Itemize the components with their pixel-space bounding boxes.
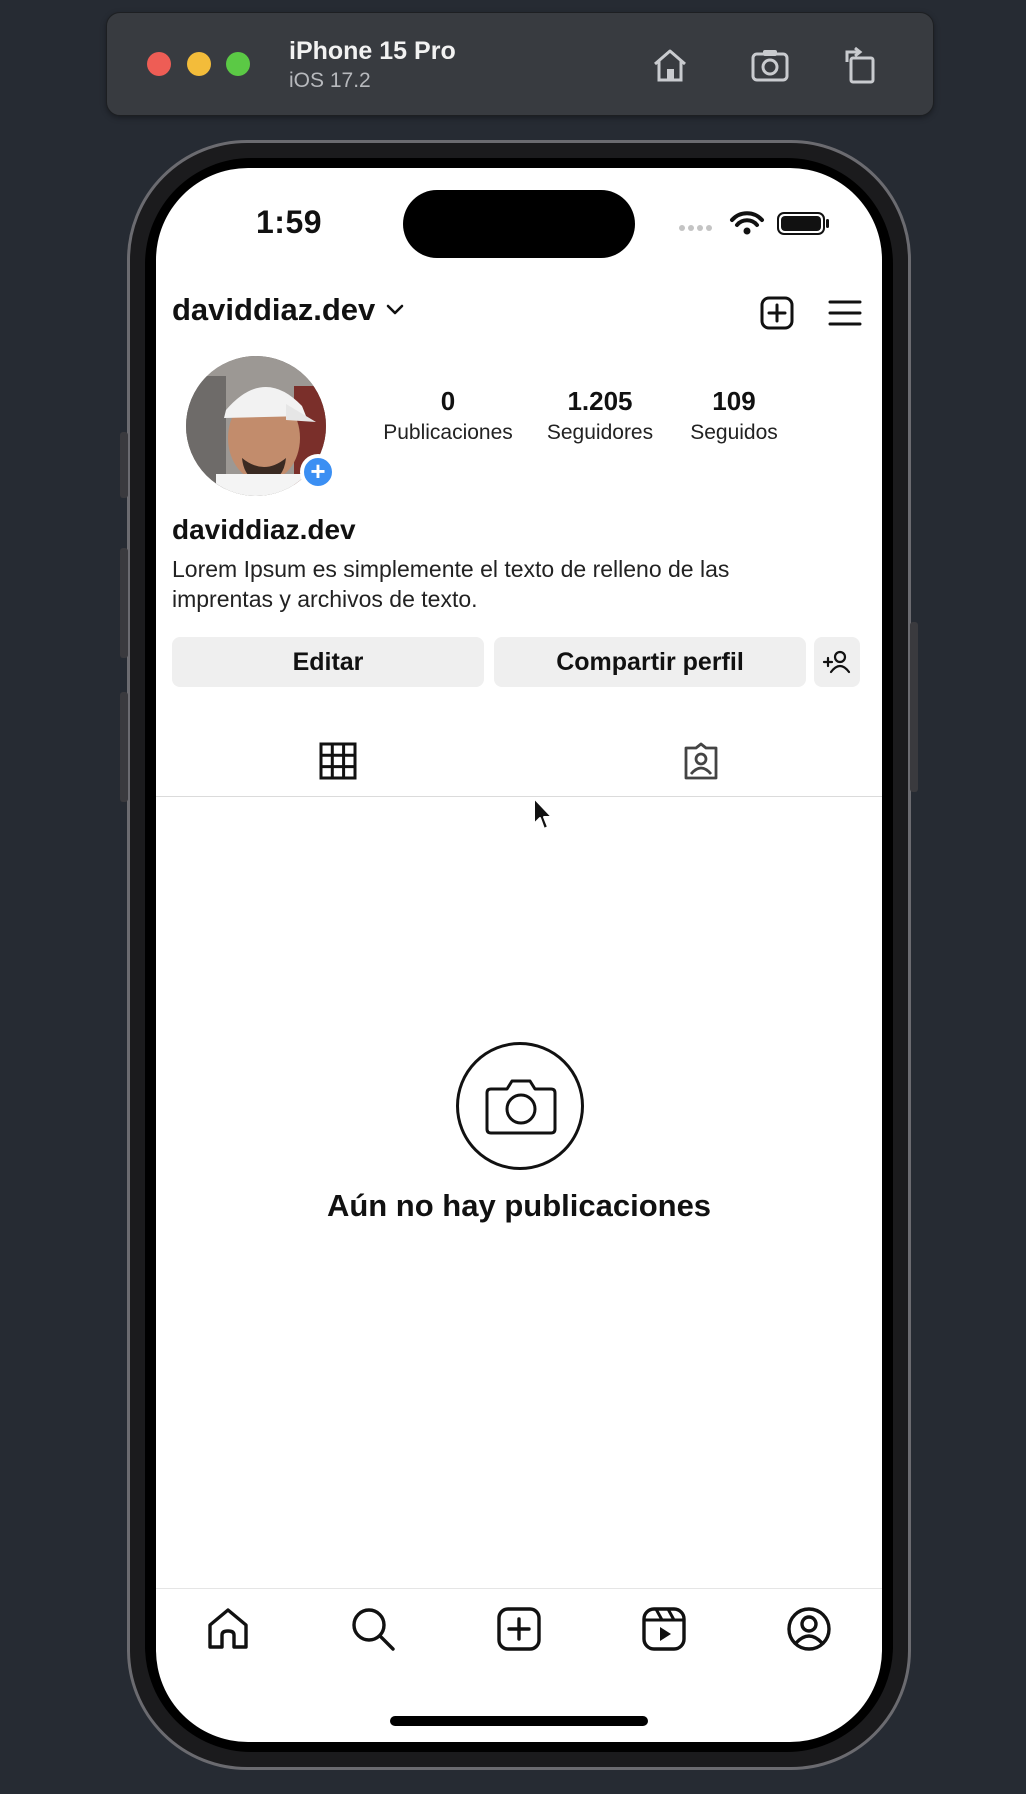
hamburger-menu-icon[interactable] [828, 298, 862, 328]
device-name: iPhone 15 Pro [289, 37, 456, 65]
stat-followers[interactable]: 1.205 Seguidores [534, 386, 666, 445]
home-icon[interactable] [204, 1605, 252, 1653]
grid-icon [319, 742, 357, 780]
stat-following[interactable]: 109 Seguidos [680, 386, 788, 445]
profile-bio: Lorem Ipsum es simplemente el texto de r… [172, 556, 730, 612]
status-time: 1:59 [256, 204, 323, 240]
close-window-button[interactable] [147, 52, 171, 76]
dynamic-island [403, 190, 635, 258]
tab-posts-grid[interactable] [156, 728, 519, 796]
account-switcher[interactable]: daviddiaz.dev [172, 292, 405, 328]
wifi-icon [730, 211, 764, 235]
battery-icon [777, 212, 829, 235]
stat-value: 0 [440, 386, 456, 416]
tagged-person-icon [684, 742, 718, 780]
edit-profile-button[interactable]: Editar [172, 637, 484, 687]
empty-state-camera [456, 1042, 584, 1170]
profile-tabs [156, 728, 882, 797]
username: daviddiaz.dev [172, 292, 376, 327]
camera-icon [485, 1079, 557, 1135]
stat-label: Seguidos [690, 421, 778, 444]
tab-tagged[interactable] [519, 728, 882, 796]
screenshot-icon[interactable] [749, 44, 791, 86]
chevron-down-icon [386, 304, 404, 315]
mouse-cursor-icon [533, 797, 553, 830]
volume-down-button [120, 692, 128, 802]
stat-posts[interactable]: 0 Publicaciones [376, 386, 520, 445]
stat-label: Seguidores [546, 421, 654, 444]
search-icon[interactable] [349, 1605, 397, 1653]
plus-square-icon[interactable] [760, 296, 794, 330]
phone-screen: 1:59 daviddiaz.dev + 0 Publicaciones 1.2… [156, 168, 882, 1742]
stat-value: 109 [712, 386, 756, 416]
rotate-icon[interactable] [839, 44, 881, 86]
display-name: daviddiaz.dev [172, 514, 356, 545]
reels-icon[interactable] [640, 1605, 688, 1653]
cellular-icon [679, 225, 712, 231]
profile-avatar[interactable]: + [186, 356, 336, 496]
profile-icon[interactable] [785, 1605, 833, 1653]
action-button [120, 432, 128, 498]
volume-up-button [120, 548, 128, 658]
home-icon[interactable] [649, 44, 691, 86]
share-profile-button[interactable]: Compartir perfil [494, 637, 806, 687]
empty-state-message: Aún no hay publicaciones [326, 1188, 712, 1223]
stat-value: 1.205 [567, 386, 633, 416]
status-icons [679, 211, 829, 235]
side-button [910, 622, 918, 792]
add-story-icon[interactable]: + [300, 454, 336, 490]
simulator-toolbar: iPhone 15 Pro iOS 17.2 [106, 12, 934, 116]
profile-stats: 0 Publicaciones 1.205 Seguidores 109 Seg… [376, 386, 788, 445]
discover-people-button[interactable] [814, 637, 860, 687]
zoom-window-button[interactable] [226, 52, 250, 76]
bottom-navigation [156, 1588, 882, 1669]
add-person-icon [822, 650, 851, 674]
create-icon[interactable] [495, 1605, 543, 1653]
home-indicator[interactable] [390, 1716, 648, 1726]
minimize-window-button[interactable] [187, 52, 211, 76]
os-version: iOS 17.2 [289, 69, 371, 92]
stat-label: Publicaciones [383, 421, 513, 444]
